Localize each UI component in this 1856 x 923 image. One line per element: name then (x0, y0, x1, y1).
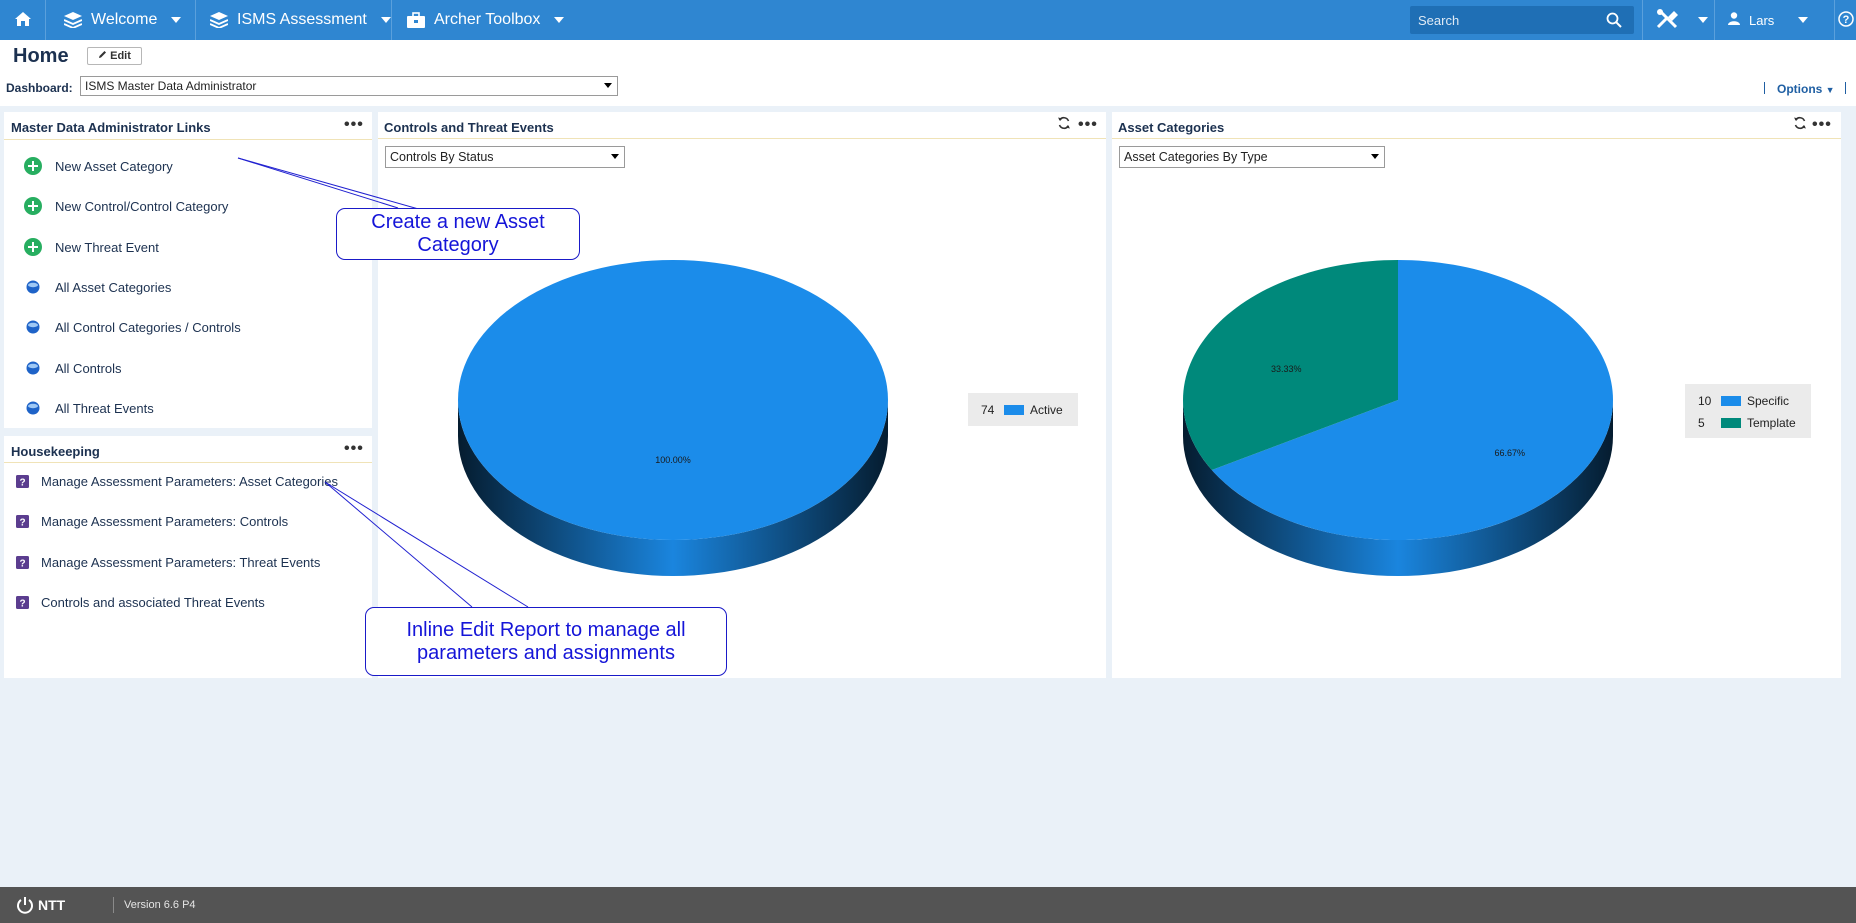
power-icon (17, 897, 33, 914)
callout-new-asset-category: Create a new Asset Category (336, 208, 580, 260)
callout-line (324, 481, 529, 608)
callout-line (324, 481, 473, 608)
callout-line (237, 157, 399, 209)
version-label: Version 6.6 P4 (124, 899, 196, 911)
company-logo: NTT (16, 896, 65, 914)
callout-inline-edit-report: Inline Edit Report to manage all paramet… (365, 607, 727, 676)
callout-line (237, 157, 423, 211)
logo-text: NTT (38, 897, 66, 913)
callout-connectors (237, 157, 529, 608)
footer: NTT Version 6.6 P4 (0, 887, 1856, 923)
